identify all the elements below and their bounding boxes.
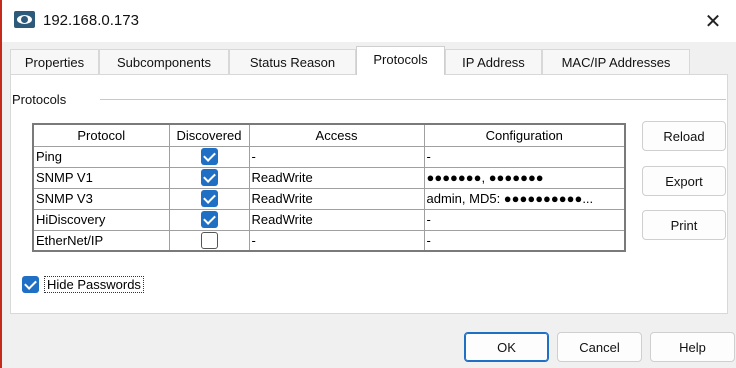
protocols-table: Protocol Discovered Access Configuration… [32,123,626,252]
cell-protocol: SNMP V3 [32,187,170,210]
window-title: 192.168.0.173 [43,12,139,29]
discovered-checkbox[interactable] [200,211,218,229]
table-header-row: Protocol Discovered Access Configuration [32,123,626,147]
tab-ip-address[interactable]: IP Address [445,49,542,74]
group-divider [100,99,726,100]
cell-access: - [248,145,425,168]
cell-discovered [168,208,250,231]
discovered-checkbox[interactable] [200,231,218,249]
cell-discovered [168,229,250,252]
title-bar: 192.168.0.173 ✕ [2,0,736,42]
cell-access: - [248,229,425,252]
column-header-discovered[interactable]: Discovered [168,123,250,147]
group-label-protocols: Protocols [12,92,67,107]
cell-protocol: HiDiscovery [32,208,170,231]
discovered-checkbox[interactable] [200,169,218,187]
cell-protocol: Ping [32,145,170,168]
tab-status-reason[interactable]: Status Reason [229,49,356,74]
cell-configuration: ●●●●●●●, ●●●●●●● [423,166,626,189]
table-row[interactable]: SNMP V3 ReadWrite admin, MD5: ●●●●●●●●●●… [32,187,626,210]
table-row[interactable]: Ping - - [32,145,626,168]
tab-protocols[interactable]: Protocols [356,46,445,75]
hide-passwords-label[interactable]: Hide Passwords [44,276,144,293]
hide-passwords-option[interactable]: Hide Passwords [22,276,144,293]
table-row[interactable]: SNMP V1 ReadWrite ●●●●●●●, ●●●●●●● [32,166,626,189]
cell-discovered [168,166,250,189]
dialog-window: 192.168.0.173 ✕ Properties Subcomponents… [0,0,736,368]
cell-protocol: SNMP V1 [32,166,170,189]
cancel-button[interactable]: Cancel [557,332,642,362]
cell-discovered [168,187,250,210]
cell-access: ReadWrite [248,166,425,189]
discovered-checkbox[interactable] [200,148,218,166]
discovered-checkbox[interactable] [200,190,218,208]
column-header-configuration[interactable]: Configuration [423,123,626,147]
export-button[interactable]: Export [642,166,726,196]
column-header-access[interactable]: Access [248,123,425,147]
eye-icon [14,11,35,28]
ok-button[interactable]: OK [464,332,549,362]
cell-configuration: - [423,208,626,231]
close-button[interactable]: ✕ [690,0,736,42]
cell-configuration: - [423,145,626,168]
tab-mac-ip-addresses[interactable]: MAC/IP Addresses [542,49,690,74]
reload-button[interactable]: Reload [642,121,726,151]
cell-discovered [168,145,250,168]
hide-passwords-checkbox[interactable] [22,276,39,293]
cell-access: ReadWrite [248,187,425,210]
tab-properties[interactable]: Properties [10,49,99,74]
help-button[interactable]: Help [650,332,735,362]
print-button[interactable]: Print [642,210,726,240]
cell-protocol: EtherNet/IP [32,229,170,252]
table-row[interactable]: EtherNet/IP - - [32,229,626,252]
cell-configuration: - [423,229,626,252]
cell-access: ReadWrite [248,208,425,231]
column-header-protocol[interactable]: Protocol [32,123,170,147]
tab-bar: Properties Subcomponents Status Reason P… [10,46,728,75]
tab-subcomponents[interactable]: Subcomponents [99,49,229,74]
cell-configuration: admin, MD5: ●●●●●●●●●●... [423,187,626,210]
table-row[interactable]: HiDiscovery ReadWrite - [32,208,626,231]
